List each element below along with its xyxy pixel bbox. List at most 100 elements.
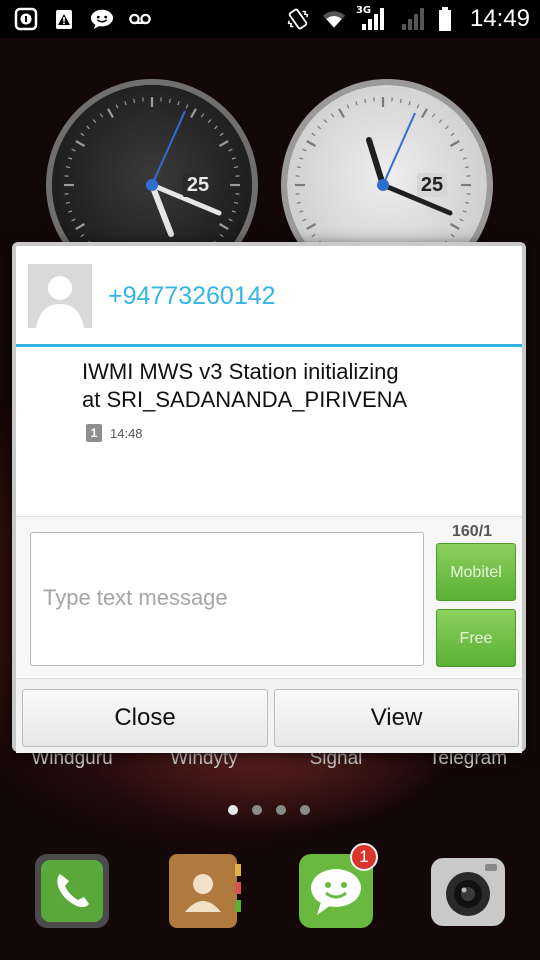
contacts-icon[interactable] — [165, 852, 243, 930]
page-dot[interactable] — [300, 805, 310, 815]
clock-tick — [462, 157, 467, 160]
clock-tick — [449, 140, 460, 147]
clock-tick — [228, 218, 233, 222]
voicemail-icon — [128, 7, 152, 31]
sim-card-icon: 1 — [86, 424, 102, 442]
clock-tick — [75, 223, 86, 230]
clock-tick — [449, 223, 460, 230]
clock-tick — [124, 101, 127, 106]
clock-tick — [306, 140, 317, 147]
clock-tick — [71, 218, 76, 222]
message-meta: 1 14:48 — [86, 424, 143, 442]
clock-tick — [218, 223, 229, 230]
page-dot[interactable] — [252, 805, 262, 815]
compose-area: 160/1 Mobitel Free — [16, 516, 522, 677]
page-dot[interactable] — [276, 805, 286, 815]
sender-number: +94773260142 — [108, 282, 276, 310]
clock-tick — [465, 201, 470, 204]
clock-tick — [68, 157, 73, 160]
vibrate-icon — [286, 7, 310, 31]
clock-tick — [438, 119, 443, 123]
network-type-label: 3G — [355, 5, 372, 16]
clock-tick — [115, 104, 119, 109]
clock-tick — [231, 210, 236, 213]
avatar-silhouette-icon — [28, 264, 92, 328]
wifi-icon — [322, 7, 346, 31]
clock-tick — [80, 233, 85, 238]
clock-tick — [177, 101, 180, 106]
clock-tick — [190, 108, 197, 119]
clock-tick — [355, 101, 358, 106]
clock-tick — [431, 113, 436, 118]
alert-icon — [52, 7, 76, 31]
clock-tick — [462, 210, 467, 213]
clock-tick — [364, 98, 367, 103]
clock-tick — [71, 148, 76, 152]
status-time: 14:49 — [469, 5, 530, 32]
send-sim1-button[interactable]: Mobitel — [436, 543, 516, 601]
clock-tick — [231, 157, 236, 160]
close-button[interactable]: Close — [22, 689, 268, 747]
signal-icon — [398, 7, 426, 31]
clock-tick — [219, 132, 224, 137]
contact-avatar[interactable] — [28, 264, 92, 328]
clock-tick — [399, 98, 402, 103]
clock-tick — [207, 119, 212, 123]
clock-tick — [323, 119, 328, 123]
clock-tick — [99, 113, 104, 118]
clock-tick — [218, 140, 229, 147]
dialog-button-bar: Close View — [16, 678, 522, 753]
clock-tick — [168, 98, 171, 103]
clock-tick — [346, 104, 350, 109]
clock-tick — [450, 233, 455, 238]
clock-tick — [311, 132, 316, 137]
phone-icon[interactable] — [33, 852, 111, 930]
dialog-header: +94773260142 — [16, 246, 522, 344]
info-icon — [14, 7, 38, 31]
clock-tick — [234, 201, 239, 204]
send-sim2-button[interactable]: Free — [436, 609, 516, 667]
message-time: 14:48 — [110, 425, 143, 441]
message-line: IWMI MWS v3 Station initializing — [82, 359, 399, 384]
unread-count-badge: 1 — [350, 843, 378, 871]
clock-tick — [338, 108, 345, 119]
clock-tick — [133, 98, 136, 103]
header-divider — [16, 344, 522, 347]
clock-tick — [317, 125, 321, 130]
clock-tick — [416, 104, 420, 109]
clock-tick — [80, 132, 85, 137]
clock-tick — [296, 166, 301, 169]
quick-reply-dialog: +94773260142 IWMI MWS v3 Station initial… — [12, 242, 526, 753]
clock-tick — [299, 157, 304, 160]
message-input[interactable] — [30, 532, 424, 666]
message-body: IWMI MWS v3 Station initializing at SRI_… — [82, 358, 502, 414]
clock-tick — [200, 113, 205, 118]
camera-icon[interactable] — [429, 852, 507, 930]
clock-tick — [330, 113, 335, 118]
clock-tick — [75, 140, 86, 147]
message-line: at SRI_SADANANDA_PIRIVENA — [82, 387, 408, 412]
clock-tick — [465, 166, 470, 169]
character-counter: 160/1 — [452, 523, 493, 540]
clock-tick — [450, 132, 455, 137]
page-indicator — [228, 805, 310, 815]
view-button[interactable]: View — [274, 689, 519, 747]
dock — [0, 840, 540, 960]
clock-tick — [92, 119, 97, 123]
battery-icon — [438, 7, 452, 31]
clock-tick — [86, 125, 90, 130]
clock-tick — [408, 101, 411, 106]
page-dot-active[interactable] — [228, 805, 238, 815]
clock-tick — [65, 166, 70, 169]
clock-tick — [234, 166, 239, 169]
clock-tick — [306, 223, 317, 230]
clock-tick — [302, 218, 307, 222]
clock-tick — [302, 148, 307, 152]
clock-tick — [445, 125, 449, 130]
clock-date: 25 — [183, 173, 213, 197]
signal-icon: 3G — [355, 5, 386, 31]
clock-tick — [459, 218, 464, 222]
clock-tick — [65, 201, 70, 204]
clock-tick — [228, 148, 233, 152]
clock-tick — [421, 108, 428, 119]
